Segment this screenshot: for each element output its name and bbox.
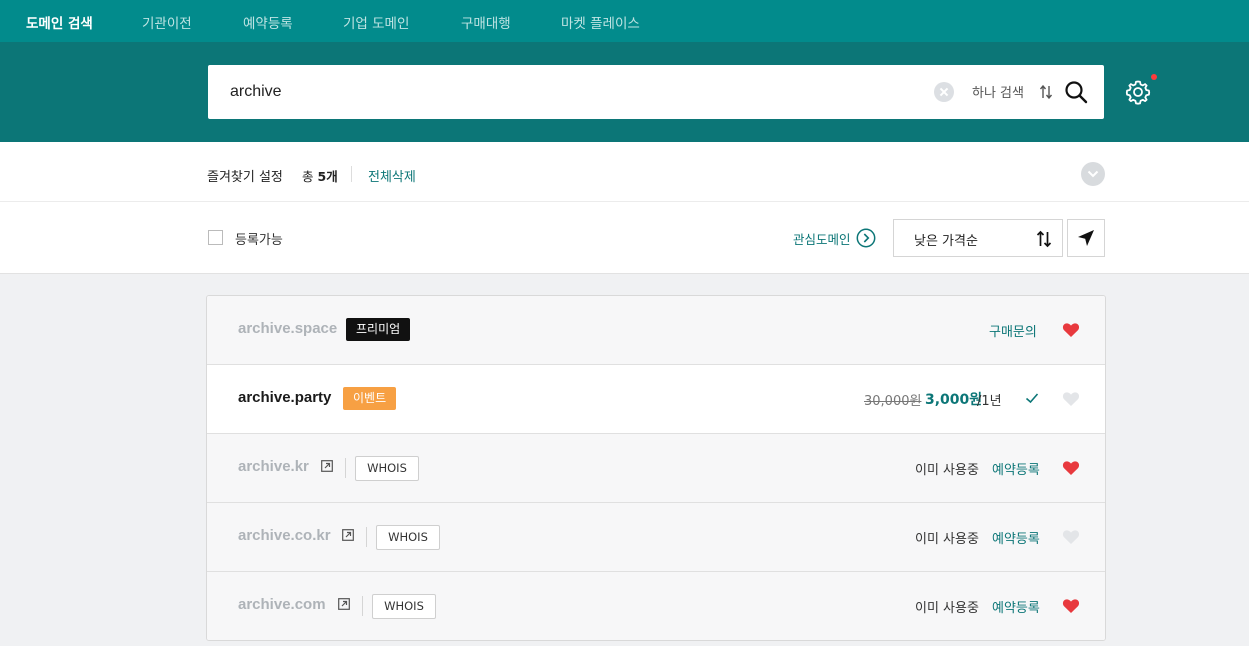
- sort-select[interactable]: 낮은 가격순: [893, 219, 1063, 257]
- heart-icon[interactable]: [1062, 598, 1080, 614]
- single-search-toggle[interactable]: 하나 검색: [972, 82, 1024, 101]
- domain-name: archive.space: [238, 320, 338, 337]
- whois-button[interactable]: WHOIS: [355, 456, 419, 481]
- domain-row: archive.com WHOIS 이미 사용중 예약등록: [207, 572, 1105, 640]
- status-text: 이미 사용중: [915, 532, 979, 547]
- search-input[interactable]: [230, 79, 870, 105]
- expand-favorites-button[interactable]: [1081, 162, 1105, 186]
- external-link-icon[interactable]: [342, 529, 354, 541]
- check-icon[interactable]: [1025, 391, 1039, 405]
- event-badge: 이벤트: [343, 387, 397, 410]
- tab-purchase-agency[interactable]: 구매대행: [461, 12, 511, 32]
- available-only-checkbox[interactable]: [208, 230, 223, 245]
- search-hero: 하나 검색: [0, 42, 1249, 142]
- sort-select-value: 낮은 가격순: [914, 234, 978, 249]
- whois-button[interactable]: WHOIS: [372, 594, 436, 619]
- reservation-link[interactable]: 예약등록: [992, 528, 1040, 547]
- sort-arrows-icon: [1036, 230, 1052, 248]
- heart-icon[interactable]: [1062, 322, 1080, 338]
- filter-bar: 등록가능 관심도메인 낮은 가격순: [0, 202, 1249, 274]
- interest-domains-link[interactable]: 관심도메인: [793, 229, 851, 248]
- favorites-count-value: 5개: [317, 169, 338, 184]
- share-button[interactable]: [1067, 219, 1105, 257]
- domain-name: archive.party: [238, 389, 332, 406]
- domain-row: archive.party 이벤트 30,000원 3,000원 /1년: [207, 365, 1105, 434]
- premium-badge: 프리미엄: [346, 318, 411, 341]
- reservation-link[interactable]: 예약등록: [992, 459, 1040, 478]
- tab-reservation[interactable]: 예약등록: [243, 12, 293, 32]
- domain-name: archive.com: [238, 596, 326, 613]
- heart-icon[interactable]: [1062, 460, 1080, 476]
- external-link-icon[interactable]: [321, 460, 333, 472]
- clear-all-button[interactable]: 전체삭제: [368, 166, 416, 185]
- status-text: 이미 사용중: [915, 601, 979, 616]
- price-period: /1년: [977, 394, 1002, 409]
- favorites-title: 즐겨찾기 설정: [207, 170, 283, 185]
- tab-transfer[interactable]: 기관이전: [142, 12, 192, 32]
- discount-price: 3,000원: [925, 392, 983, 408]
- domain-row: archive.space 프리미엄 구매문의: [207, 296, 1105, 365]
- settings-gear-icon[interactable]: [1124, 78, 1152, 106]
- reservation-link[interactable]: 예약등록: [992, 597, 1040, 616]
- clear-search-icon[interactable]: [934, 82, 954, 102]
- send-icon: [1078, 230, 1094, 246]
- favorites-count: 총 5개: [302, 166, 338, 185]
- search-icon[interactable]: [1064, 80, 1088, 104]
- divider: [366, 527, 367, 547]
- divider: [362, 596, 363, 616]
- heart-icon[interactable]: [1062, 529, 1080, 545]
- search-box: 하나 검색: [208, 65, 1104, 119]
- chevron-down-icon: [1087, 170, 1099, 178]
- divider: [351, 166, 352, 182]
- tab-marketplace[interactable]: 마켓 플레이스: [561, 12, 640, 32]
- domain-results-list: archive.space 프리미엄 구매문의 archive.party 이벤…: [206, 295, 1106, 641]
- external-link-icon[interactable]: [338, 598, 350, 610]
- favorites-count-prefix: 총: [302, 169, 314, 184]
- domain-row: archive.co.kr WHOIS 이미 사용중 예약등록: [207, 503, 1105, 572]
- status-text: 이미 사용중: [915, 463, 979, 478]
- swap-icon[interactable]: [1040, 85, 1052, 99]
- whois-button[interactable]: WHOIS: [376, 525, 440, 550]
- purchase-inquiry-link[interactable]: 구매문의: [989, 321, 1037, 340]
- domain-name: archive.co.kr: [238, 527, 331, 544]
- available-only-label[interactable]: 등록가능: [235, 229, 283, 248]
- domain-row: archive.kr WHOIS 이미 사용중 예약등록: [207, 434, 1105, 503]
- tab-enterprise-domain[interactable]: 기업 도메인: [343, 12, 409, 32]
- tab-domain-search[interactable]: 도메인 검색: [26, 12, 93, 32]
- notification-dot: [1151, 74, 1157, 80]
- top-nav: 도메인 검색 기관이전 예약등록 기업 도메인 구매대행 마켓 플레이스: [0, 0, 1249, 42]
- heart-icon[interactable]: [1062, 391, 1080, 407]
- chevron-right-circle-icon[interactable]: [856, 228, 876, 248]
- domain-name: archive.kr: [238, 458, 309, 475]
- divider: [345, 458, 346, 478]
- original-price: 30,000원: [864, 394, 922, 409]
- favorites-bar: 즐겨찾기 설정 총 5개 전체삭제: [0, 142, 1249, 202]
